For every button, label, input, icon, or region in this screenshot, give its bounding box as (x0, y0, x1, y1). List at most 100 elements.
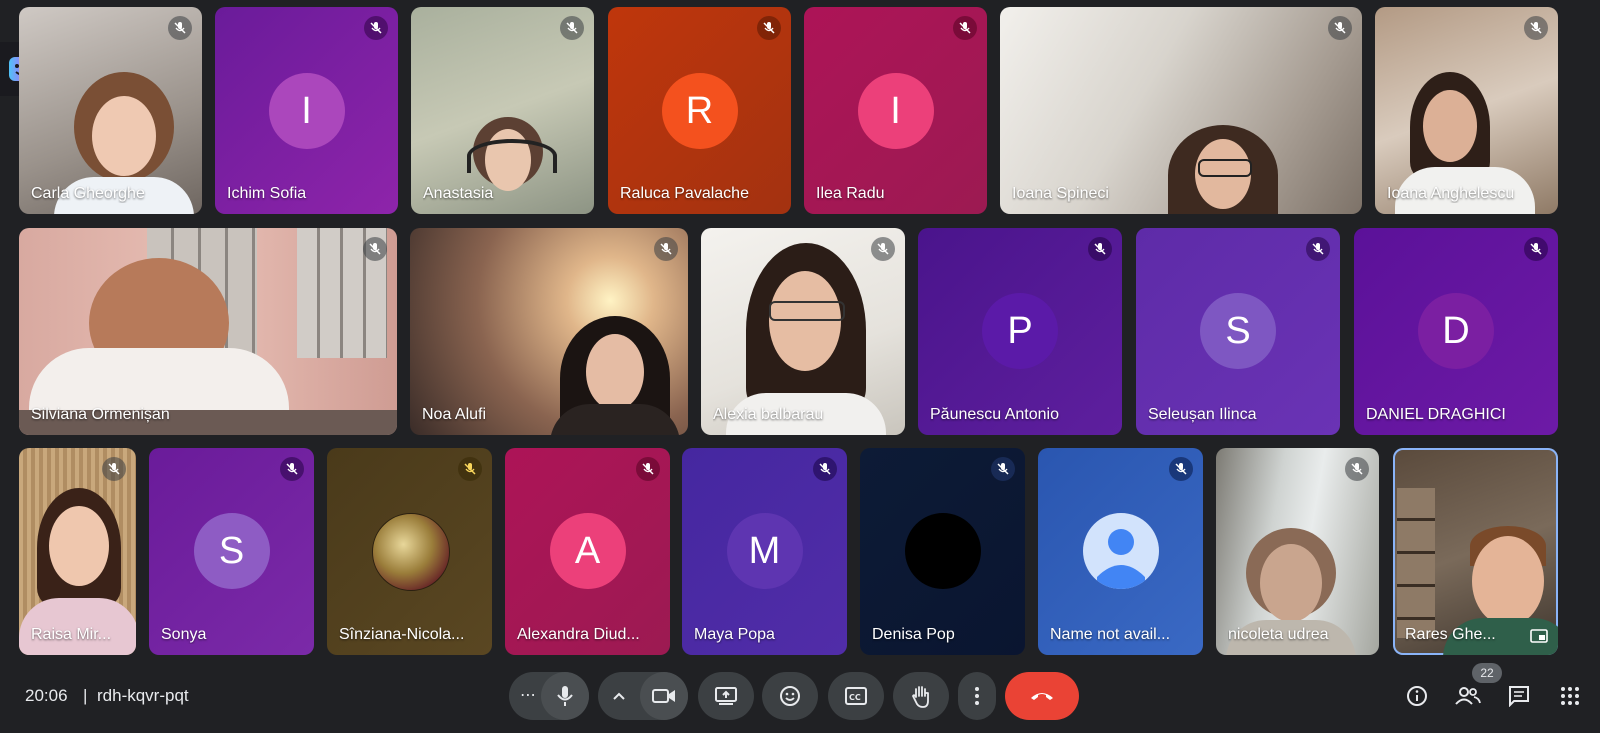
participant-tile[interactable]: Noa Alufi (410, 228, 688, 435)
mic-off-icon (1524, 16, 1548, 40)
mic-off-icon (813, 457, 837, 481)
avatar: S (193, 513, 270, 589)
avatar: A (549, 513, 626, 589)
participant-name: Carla Gheorghe (31, 185, 145, 202)
participant-name: Noa Alufi (422, 406, 487, 423)
participant-tile[interactable]: R Raluca Pavalache (608, 7, 791, 214)
present-screen-button[interactable] (698, 672, 754, 720)
mic-toggle-button[interactable] (541, 672, 589, 720)
more-options-button[interactable] (958, 672, 996, 720)
mic-off-icon (991, 457, 1015, 481)
mic-off-icon (1169, 457, 1193, 481)
leave-call-button[interactable] (1005, 672, 1079, 720)
avatar: S (1200, 293, 1276, 369)
participant-name: Sînziana-Nicola... (339, 626, 465, 643)
participant-tile[interactable]: Carla Gheorghe (19, 7, 202, 214)
mic-off-icon (168, 16, 192, 40)
mic-off-icon (654, 237, 678, 261)
current-time: 20:06 (25, 686, 68, 705)
video-control-group (598, 672, 688, 720)
participant-name: Păunescu Antonio (930, 406, 1059, 423)
avatar: D (1418, 293, 1494, 369)
participant-tile[interactable]: Denisa Pop (860, 448, 1025, 655)
participant-name: Anastasia (423, 185, 494, 202)
avatar: I (268, 73, 345, 149)
participant-tile[interactable]: Sînziana-Nicola... (327, 448, 492, 655)
mic-off-icon (102, 457, 126, 481)
mic-off-icon (458, 457, 482, 481)
emoji-reaction-button[interactable] (762, 672, 818, 720)
participant-tile[interactable]: M Maya Popa (682, 448, 847, 655)
participant-name: Name not avail... (1050, 626, 1171, 643)
mic-off-icon (280, 457, 304, 481)
mic-off-icon (364, 16, 388, 40)
raise-hand-icon (911, 686, 929, 708)
participant-name: Raluca Pavalache (620, 185, 749, 202)
meeting-details-button[interactable] (1403, 682, 1431, 710)
apps-grid-icon (1561, 687, 1579, 705)
avatar: R (661, 73, 738, 149)
participant-tile[interactable]: S Sonya (149, 448, 314, 655)
bookshelf (1397, 488, 1435, 638)
participant-name: Maya Popa (694, 626, 775, 643)
raise-hand-button[interactable] (893, 672, 949, 720)
participant-name: Ichim Sofia (227, 185, 307, 202)
participant-tile[interactable]: Ioana Spineci (1000, 7, 1362, 214)
participant-tile[interactable]: Silviana Ormenișan (19, 228, 397, 435)
mic-off-icon (1328, 16, 1352, 40)
hang-up-icon (1031, 693, 1053, 700)
mic-off-icon (757, 16, 781, 40)
participant-tile[interactable]: P Păunescu Antonio (918, 228, 1122, 435)
participant-name: Sonya (161, 626, 207, 643)
chat-icon (1509, 686, 1529, 707)
participant-name: Seleușan Ilinca (1148, 406, 1257, 423)
audio-control-group: ⋯ (509, 672, 589, 720)
meeting-code: rdh-kqvr-pqt (97, 686, 189, 705)
camera-toggle-button[interactable] (640, 672, 688, 720)
info-icon (1407, 686, 1427, 706)
mic-off-icon (953, 16, 977, 40)
mic-off-icon (1345, 457, 1369, 481)
participant-tile[interactable]: S Seleușan Ilinca (1136, 228, 1340, 435)
participant-tile[interactable]: Ioana Anghelescu (1375, 7, 1558, 214)
captions-icon: CC (845, 687, 867, 705)
participant-tile[interactable]: nicoleta udrea (1216, 448, 1379, 655)
pip-icon[interactable] (1530, 629, 1548, 643)
mic-off-icon (363, 237, 387, 261)
mic-off-icon (1088, 237, 1112, 261)
participant-name: DANIEL DRAGHICI (1366, 406, 1506, 423)
chevron-up-icon[interactable] (612, 686, 626, 706)
participant-count-badge: 22 (1472, 663, 1502, 683)
meeting-toolbar: 20:06 | rdh-kqvr-pqt ⋯ CC 22 (0, 663, 1600, 733)
participant-name: nicoleta udrea (1228, 626, 1329, 643)
activities-button[interactable] (1556, 682, 1584, 710)
participant-tile[interactable]: Raisa Mir... (19, 448, 136, 655)
participant-name: Ioana Anghelescu (1387, 185, 1515, 202)
people-button[interactable] (1454, 682, 1482, 710)
mic-off-icon (1524, 237, 1548, 261)
present-screen-icon (715, 687, 737, 705)
audio-options-icon[interactable]: ⋯ (517, 686, 539, 706)
participant-tile-self[interactable]: Rares Ghe... (1393, 448, 1558, 655)
participant-tile[interactable]: I Ichim Sofia (215, 7, 398, 214)
people-icon (1455, 687, 1481, 705)
avatar (904, 513, 981, 589)
participant-tile[interactable]: I Ilea Radu (804, 7, 987, 214)
participant-tile[interactable]: Anastasia (411, 7, 594, 214)
participant-tile[interactable]: Name not avail... (1038, 448, 1203, 655)
emoji-icon (780, 686, 800, 706)
mic-off-icon (871, 237, 895, 261)
more-vert-icon (975, 687, 979, 705)
participant-name: Ioana Spineci (1012, 185, 1109, 202)
avatar: M (726, 513, 803, 589)
avatar: P (982, 293, 1058, 369)
participant-tile[interactable]: D DANIEL DRAGHICI (1354, 228, 1558, 435)
participant-tile[interactable]: Alexia balbarau (701, 228, 905, 435)
participant-name: Raisa Mir... (31, 626, 112, 643)
captions-button[interactable]: CC (828, 672, 884, 720)
participant-tile[interactable]: A Alexandra Diud... (505, 448, 670, 655)
avatar: I (857, 73, 934, 149)
avatar-photo (371, 513, 450, 591)
participant-name: Denisa Pop (872, 626, 955, 643)
chat-button[interactable] (1505, 682, 1533, 710)
